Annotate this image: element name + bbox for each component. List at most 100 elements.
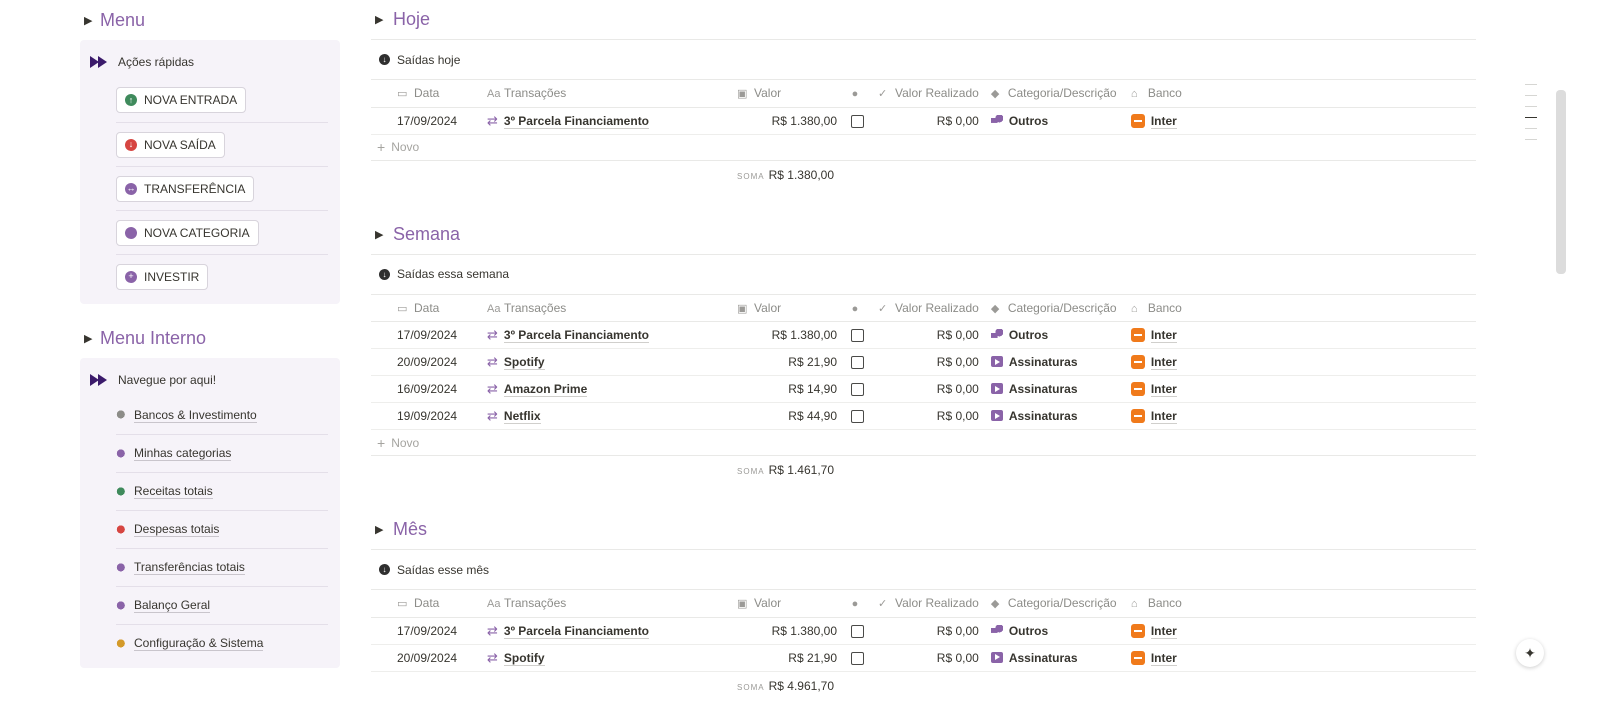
transaction-cell[interactable]: ⇄ Amazon Prime xyxy=(481,375,731,403)
category-name[interactable]: Outros xyxy=(1009,328,1048,342)
paid-checkbox[interactable] xyxy=(851,383,864,397)
nav-item-label[interactable]: Minhas categorias xyxy=(134,446,232,461)
column-header[interactable]: ▭ Data xyxy=(371,80,481,108)
category-cell[interactable]: Assinaturas xyxy=(984,375,1125,403)
ai-assistant-button[interactable]: ✦ xyxy=(1516,639,1544,667)
bank-cell[interactable]: Inter xyxy=(1124,321,1245,349)
quick-action-button[interactable]: ↔ TRANSFERÊNCIA xyxy=(116,175,255,202)
category-cell[interactable]: Assinaturas xyxy=(984,348,1125,376)
transaction-name[interactable]: Netflix xyxy=(503,409,541,424)
table-row[interactable]: 20/09/2024 ⇄ Spotify R$ 21,90 R$ 0,00 Assinat… xyxy=(371,644,1476,672)
category-name[interactable]: Outros xyxy=(1009,624,1048,638)
toggle-arrow-icon[interactable]: ▶ xyxy=(375,523,385,536)
bank-name[interactable]: Inter xyxy=(1150,382,1177,397)
bank-cell[interactable]: Inter xyxy=(1124,348,1245,376)
column-header[interactable]: ⌂ Banco xyxy=(1124,590,1245,618)
paid-checkbox[interactable] xyxy=(851,356,864,370)
bank-cell[interactable]: Inter xyxy=(1124,107,1245,135)
transaction-cell[interactable]: ⇄ 3º Parcela Financiamento xyxy=(481,107,731,135)
transaction-cell[interactable]: ⇄ 3º Parcela Financiamento xyxy=(481,617,731,645)
column-header[interactable]: Aa Transações xyxy=(481,294,731,322)
table-row[interactable]: 16/09/2024 ⇄ Amazon Prime R$ 14,90 R$ 0,00 As… xyxy=(371,375,1476,403)
transaction-name[interactable]: 3º Parcela Financiamento xyxy=(503,113,650,129)
bank-name[interactable]: Inter xyxy=(1150,650,1177,666)
view-title[interactable]: ↓ Saídas essa semana xyxy=(371,255,1476,295)
transaction-cell[interactable]: ⇄ 3º Parcela Financiamento xyxy=(481,321,731,349)
category-cell[interactable]: Assinaturas xyxy=(984,644,1125,672)
nav-item[interactable]: Configuração & Sistema xyxy=(116,624,328,662)
column-header[interactable]: ◆ Categoria/Descrição xyxy=(984,590,1125,618)
bank-cell[interactable]: Inter xyxy=(1124,644,1245,672)
transaction-name[interactable]: Amazon Prime xyxy=(503,382,588,397)
table-of-contents[interactable] xyxy=(1525,84,1537,150)
table-row[interactable]: 19/09/2024 ⇄ Netflix R$ 44,90 R$ 0,00 Assinat… xyxy=(371,402,1476,430)
category-cell[interactable]: Outros xyxy=(984,617,1125,645)
bank-name[interactable]: Inter xyxy=(1150,113,1177,129)
column-header[interactable]: ✓ Valor Realizado xyxy=(872,294,985,322)
column-header[interactable]: Aa Transações xyxy=(481,80,731,108)
nav-item[interactable]: Receitas totais xyxy=(116,472,328,510)
transaction-name[interactable]: Spotify xyxy=(503,650,545,666)
transaction-cell[interactable]: ⇄ Spotify xyxy=(481,644,731,672)
quick-action-button[interactable]: ↑ NOVA ENTRADA xyxy=(116,87,247,113)
column-header[interactable]: Aa Transações xyxy=(481,590,731,618)
column-header[interactable]: ● xyxy=(843,80,872,108)
category-name[interactable]: Assinaturas xyxy=(1009,355,1078,369)
column-header[interactable]: ● xyxy=(843,294,872,322)
new-row-button[interactable]: + Novo xyxy=(371,430,1476,456)
quick-action-button[interactable]: ↓ NOVA SAÍDA xyxy=(116,131,225,158)
column-header[interactable]: ▭ Data xyxy=(371,294,481,322)
bank-cell[interactable]: Inter xyxy=(1124,375,1245,403)
nav-item[interactable]: Balanço Geral xyxy=(116,586,328,624)
nav-item-label[interactable]: Bancos & Investimento xyxy=(134,408,257,423)
bank-name[interactable]: Inter xyxy=(1150,623,1177,639)
column-header[interactable]: ✓ Valor Realizado xyxy=(872,80,985,108)
column-header[interactable]: ▭ Data xyxy=(371,590,481,618)
table-row[interactable]: 17/09/2024 ⇄ 3º Parcela Financiamento R$ 1.… xyxy=(371,617,1476,645)
transaction-name[interactable]: 3º Parcela Financiamento xyxy=(503,623,650,639)
bank-name[interactable]: Inter xyxy=(1150,409,1177,424)
category-cell[interactable]: Outros xyxy=(984,107,1125,135)
transaction-cell[interactable]: ⇄ Netflix xyxy=(481,402,731,430)
paid-checkbox[interactable] xyxy=(851,114,864,128)
nav-item-label[interactable]: Despesas totais xyxy=(134,522,220,537)
nav-item-label[interactable]: Balanço Geral xyxy=(134,598,211,613)
view-title[interactable]: ↓ Saídas hoje xyxy=(371,40,1476,80)
view-title[interactable]: ↓ Saídas esse mês xyxy=(371,550,1476,590)
nav-item-label[interactable]: Receitas totais xyxy=(134,484,213,499)
category-cell[interactable]: Assinaturas xyxy=(984,402,1125,430)
bank-name[interactable]: Inter xyxy=(1150,355,1177,370)
quick-action-button[interactable]: + INVESTIR xyxy=(116,263,209,290)
new-row-button[interactable]: + Novo xyxy=(371,135,1476,161)
table-row[interactable]: 17/09/2024 ⇄ 3º Parcela Financiamento R$ 1.… xyxy=(371,321,1476,349)
column-header[interactable]: ◆ Categoria/Descrição xyxy=(984,294,1125,322)
category-cell[interactable]: Outros xyxy=(984,321,1125,349)
transaction-name[interactable]: Spotify xyxy=(503,355,545,370)
category-name[interactable]: Assinaturas xyxy=(1009,409,1078,423)
column-header[interactable]: ⌂ Banco xyxy=(1124,294,1245,322)
scrollbar-thumb[interactable] xyxy=(1556,90,1566,274)
nav-item-label[interactable]: Configuração & Sistema xyxy=(134,636,264,651)
column-header[interactable]: ▣ Valor xyxy=(731,80,843,108)
nav-item[interactable]: Transferências totais xyxy=(116,548,328,586)
transaction-name[interactable]: 3º Parcela Financiamento xyxy=(503,328,650,343)
paid-checkbox[interactable] xyxy=(851,410,864,424)
table-row[interactable]: 17/09/2024 ⇄ 3º Parcela Financiamento R$ 1.… xyxy=(371,107,1476,135)
bank-cell[interactable]: Inter xyxy=(1124,402,1245,430)
paid-checkbox[interactable] xyxy=(851,651,864,665)
category-name[interactable]: Assinaturas xyxy=(1009,382,1078,396)
column-header[interactable]: ✓ Valor Realizado xyxy=(872,590,985,618)
bank-cell[interactable]: Inter xyxy=(1124,617,1245,645)
column-header[interactable]: ▣ Valor xyxy=(731,590,843,618)
table-row[interactable]: 20/09/2024 ⇄ Spotify R$ 21,90 R$ 0,00 Assinat… xyxy=(371,348,1476,376)
toggle-arrow-icon[interactable]: ▶ xyxy=(84,14,94,27)
paid-checkbox[interactable] xyxy=(851,624,864,638)
toggle-arrow-icon[interactable]: ▶ xyxy=(375,228,385,241)
transaction-cell[interactable]: ⇄ Spotify xyxy=(481,348,731,376)
toggle-arrow-icon[interactable]: ▶ xyxy=(84,332,94,345)
quick-action-button[interactable]: NOVA CATEGORIA xyxy=(116,219,259,246)
nav-item[interactable]: Minhas categorias xyxy=(116,434,328,472)
nav-item[interactable]: Bancos & Investimento xyxy=(116,396,328,434)
category-name[interactable]: Assinaturas xyxy=(1009,651,1078,665)
column-header[interactable]: ▣ Valor xyxy=(731,294,843,322)
